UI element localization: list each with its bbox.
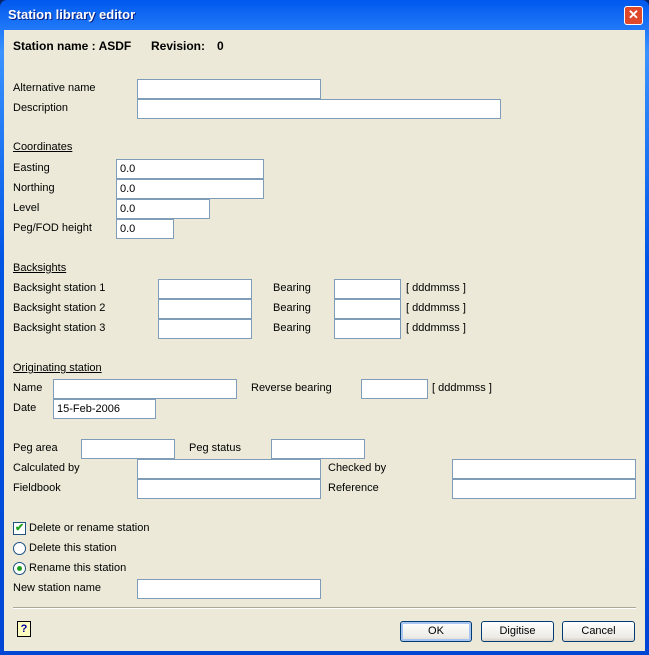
coordinates-heading: Coordinates xyxy=(13,141,73,153)
delete-station-radio[interactable] xyxy=(13,542,26,555)
description-input[interactable] xyxy=(137,99,501,119)
check-icon: ✔ xyxy=(15,522,25,534)
easting-input[interactable] xyxy=(116,159,264,179)
date-label: Date xyxy=(13,402,37,414)
calculated-by-input[interactable] xyxy=(137,459,321,479)
checked-by-input[interactable] xyxy=(452,459,636,479)
bearing-2-unit: [ dddmmss ] xyxy=(406,302,466,314)
revision-value: 0 xyxy=(217,39,224,53)
backsights-heading: Backsights xyxy=(13,262,67,274)
backsight-1-label: Backsight station 1 xyxy=(13,282,106,294)
peg-height-input[interactable] xyxy=(116,219,174,239)
date-input[interactable] xyxy=(53,399,156,419)
reference-input[interactable] xyxy=(452,479,636,499)
digitise-button[interactable]: Digitise xyxy=(481,621,554,642)
new-name-input[interactable] xyxy=(137,579,321,599)
bearing-1-label: Bearing xyxy=(273,282,311,294)
peg-status-input[interactable] xyxy=(271,439,365,459)
delete-rename-checkbox[interactable]: ✔ xyxy=(13,522,26,535)
peg-status-label: Peg status xyxy=(189,442,241,454)
peg-area-input[interactable] xyxy=(81,439,175,459)
description-label: Description xyxy=(13,102,69,114)
ok-button[interactable]: OK xyxy=(400,621,472,642)
level-label: Level xyxy=(13,202,40,214)
peg-area-label: Peg area xyxy=(13,442,58,454)
reverse-bearing-input[interactable] xyxy=(361,379,428,399)
revision-label: Revision: xyxy=(151,39,206,53)
backsight-2-label: Backsight station 2 xyxy=(13,302,106,314)
bearing-1-unit: [ dddmmss ] xyxy=(406,282,466,294)
reverse-bearing-unit: [ dddmmss ] xyxy=(432,382,492,394)
rename-station-radio[interactable] xyxy=(13,562,26,575)
radio-dot-icon xyxy=(17,566,22,571)
rename-station-label[interactable]: Rename this station xyxy=(29,562,126,575)
level-input[interactable] xyxy=(116,199,210,219)
cancel-button[interactable]: Cancel xyxy=(562,621,635,642)
station-name: Station name : ASDF xyxy=(13,39,132,53)
bearing-3-label: Bearing xyxy=(273,322,311,334)
northing-label: Northing xyxy=(13,182,55,194)
help-icon[interactable]: ? xyxy=(17,621,31,637)
bearing-3-input[interactable] xyxy=(334,319,401,339)
fieldbook-input[interactable] xyxy=(137,479,321,499)
backsight-3-input[interactable] xyxy=(158,319,252,339)
bearing-3-unit: [ dddmmss ] xyxy=(406,322,466,334)
bearing-1-input[interactable] xyxy=(334,279,401,299)
checked-by-label: Checked by xyxy=(328,462,387,474)
backsight-1-input[interactable] xyxy=(158,279,252,299)
bearing-2-label: Bearing xyxy=(273,302,311,314)
orig-name-label: Name xyxy=(13,382,43,394)
easting-label: Easting xyxy=(13,162,50,174)
northing-input[interactable] xyxy=(116,179,264,199)
alt-name-label: Alternative name xyxy=(13,82,96,94)
new-name-label: New station name xyxy=(13,582,102,594)
fieldbook-label: Fieldbook xyxy=(13,482,61,494)
delete-rename-label[interactable]: Delete or rename station xyxy=(29,522,149,535)
reverse-bearing-label: Reverse bearing xyxy=(251,382,332,394)
backsight-3-label: Backsight station 3 xyxy=(13,322,106,334)
orig-name-input[interactable] xyxy=(53,379,237,399)
separator xyxy=(13,607,636,609)
bearing-2-input[interactable] xyxy=(334,299,401,319)
delete-station-label[interactable]: Delete this station xyxy=(29,542,116,555)
peg-height-label: Peg/FOD height xyxy=(13,222,92,234)
calculated-by-label: Calculated by xyxy=(13,462,80,474)
reference-label: Reference xyxy=(328,482,379,494)
backsight-2-input[interactable] xyxy=(158,299,252,319)
originating-heading: Originating station xyxy=(13,362,102,374)
alt-name-input[interactable] xyxy=(137,79,321,99)
